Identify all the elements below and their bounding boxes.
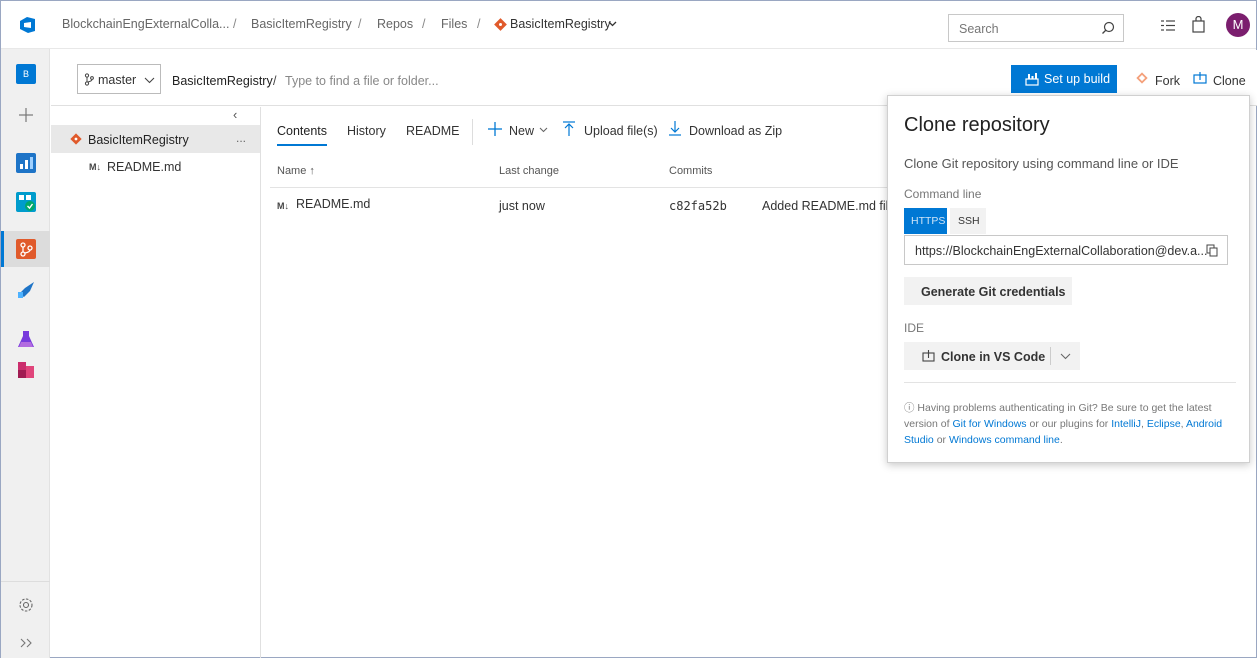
chevron-down-icon[interactable] xyxy=(608,21,617,27)
breadcrumb-separator: / xyxy=(477,17,481,31)
clone-button[interactable]: Clone xyxy=(1213,74,1246,88)
breadcrumb-separator: / xyxy=(233,17,237,31)
breadcrumb-separator: / xyxy=(358,17,362,31)
left-navigation: B xyxy=(1,49,50,658)
chevron-down-icon xyxy=(144,77,155,84)
tree-file-label: README.md xyxy=(107,160,182,174)
clone-panel-title: Clone repository xyxy=(904,114,1050,136)
copy-icon[interactable] xyxy=(1206,244,1218,257)
add-icon[interactable] xyxy=(488,122,502,136)
generate-git-credentials-button[interactable]: Generate Git credentials xyxy=(904,277,1072,305)
download-zip-button[interactable]: Download as Zip xyxy=(689,124,782,138)
markdown-icon: M↓ xyxy=(89,162,101,172)
marketplace-bag-icon[interactable] xyxy=(1192,16,1205,33)
tab-contents[interactable]: Contents xyxy=(277,124,327,138)
file-tree: ‹ BasicItemRegistry ... M↓ README.md xyxy=(51,107,261,658)
user-avatar[interactable]: M xyxy=(1226,13,1250,37)
tree-item-root[interactable]: BasicItemRegistry ... xyxy=(51,125,260,153)
git-repo-icon xyxy=(494,18,507,31)
top-bar: BlockchainEngExternalColla... / BasicIte… xyxy=(1,1,1256,49)
tree-item-file[interactable]: M↓ README.md xyxy=(51,156,260,184)
breadcrumb-repos[interactable]: Repos xyxy=(377,17,413,31)
path-search-input[interactable]: Type to find a file or folder... xyxy=(285,74,439,88)
path-root[interactable]: BasicItemRegistry xyxy=(172,74,273,88)
toolbar-divider xyxy=(472,119,473,145)
build-icon xyxy=(1025,72,1039,86)
artifacts-icon[interactable] xyxy=(16,360,36,380)
upload-icon[interactable] xyxy=(563,121,575,136)
set-up-build-button[interactable]: Set up build xyxy=(1011,65,1117,93)
eclipse-link[interactable]: Eclipse xyxy=(1147,418,1181,430)
clone-panel-subtitle: Clone Git repository using command line … xyxy=(904,156,1179,171)
upload-files-button[interactable]: Upload file(s) xyxy=(584,124,658,138)
header-divider xyxy=(270,187,900,188)
ide-label: IDE xyxy=(904,321,925,335)
panel-divider xyxy=(904,382,1236,383)
search-input[interactable]: Search xyxy=(948,14,1124,42)
tree-root-label: BasicItemRegistry xyxy=(88,133,189,147)
https-tab[interactable]: HTTPS xyxy=(904,208,947,234)
boards-icon[interactable] xyxy=(16,192,36,212)
intellij-link[interactable]: IntelliJ xyxy=(1111,418,1141,430)
breadcrumb-separator: / xyxy=(422,17,426,31)
column-header-commits: Commits xyxy=(669,165,713,177)
chevron-down-icon[interactable] xyxy=(539,127,548,133)
file-name-link[interactable]: README.md xyxy=(296,197,370,211)
search-icon[interactable] xyxy=(1101,21,1115,35)
commit-id-link[interactable]: c82fa52b xyxy=(669,199,727,213)
collapse-tree-button[interactable]: ‹ xyxy=(233,107,237,122)
task-list-icon[interactable] xyxy=(1161,19,1175,32)
clone-repository-panel: Clone repository Clone Git repository us… xyxy=(887,95,1250,463)
git-for-windows-link[interactable]: Git for Windows xyxy=(952,418,1026,430)
clone-url-field[interactable]: https://BlockchainEngExternalCollaborati… xyxy=(904,235,1228,265)
new-button[interactable]: New xyxy=(509,124,534,138)
pipelines-icon[interactable] xyxy=(16,280,36,300)
ssh-tab[interactable]: SSH xyxy=(950,208,986,234)
git-repo-icon xyxy=(70,133,82,145)
breadcrumb-repo-selector[interactable]: BasicItemRegistry xyxy=(510,17,611,31)
branch-selector[interactable]: master xyxy=(77,64,161,94)
branch-icon xyxy=(84,73,94,86)
azure-devops-logo-icon[interactable] xyxy=(18,15,38,35)
markdown-icon: M↓ xyxy=(277,201,289,211)
clone-icon xyxy=(922,349,935,362)
info-icon: ⓘ xyxy=(904,402,918,414)
repos-icon[interactable] xyxy=(16,239,36,259)
column-header-name[interactable]: Name ↑ xyxy=(277,165,315,177)
breadcrumb-organization[interactable]: BlockchainEngExternalColla... xyxy=(62,17,229,31)
clone-in-vscode-button[interactable]: Clone in VS Code xyxy=(904,342,1080,370)
last-change-cell: just now xyxy=(499,199,545,213)
column-header-last-change: Last change xyxy=(499,165,559,177)
download-icon[interactable] xyxy=(669,121,681,136)
fork-icon[interactable] xyxy=(1135,71,1149,85)
settings-gear-icon[interactable] xyxy=(18,597,34,613)
nav-divider xyxy=(1,581,50,582)
chevron-down-icon[interactable] xyxy=(1060,353,1071,360)
active-tab-indicator xyxy=(277,144,327,146)
command-line-label: Command line xyxy=(904,187,982,201)
add-icon[interactable] xyxy=(18,107,34,123)
project-badge[interactable]: B xyxy=(16,64,36,84)
auth-help-text: ⓘ Having problems authenticating in Git?… xyxy=(904,402,1223,446)
split-divider xyxy=(1050,347,1051,365)
path-separator: / xyxy=(273,74,277,88)
test-plans-icon[interactable] xyxy=(16,329,36,349)
breadcrumb-files[interactable]: Files xyxy=(441,17,467,31)
commit-message: Added README.md file xyxy=(762,199,896,213)
fork-button[interactable]: Fork xyxy=(1155,74,1180,88)
clone-icon[interactable] xyxy=(1193,71,1207,85)
breadcrumb-project[interactable]: BasicItemRegistry xyxy=(251,17,352,31)
more-options-button[interactable]: ... xyxy=(236,131,246,145)
windows-command-line-link[interactable]: Windows command line xyxy=(949,434,1060,446)
active-indicator xyxy=(1,231,4,267)
overview-icon[interactable] xyxy=(16,153,36,173)
tab-history[interactable]: History xyxy=(347,124,386,138)
expand-nav-icon[interactable] xyxy=(19,638,33,648)
tab-readme[interactable]: README xyxy=(406,124,459,138)
